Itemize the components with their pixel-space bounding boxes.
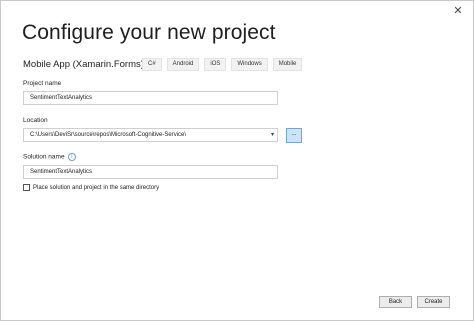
browse-button[interactable]: ...	[286, 128, 302, 143]
configure-project-dialog: ✕ Configure your new project Mobile App …	[0, 0, 474, 321]
solution-name-input[interactable]: SentimentTextAnalytics	[23, 165, 278, 179]
page-title: Configure your new project	[22, 21, 276, 44]
template-tags: C# Android iOS Windows Mobile	[142, 58, 303, 71]
chevron-down-icon[interactable]: ▾	[271, 129, 274, 141]
location-label: Location	[23, 117, 48, 124]
same-directory-label: Place solution and project in the same d…	[33, 184, 160, 191]
tag-windows: Windows	[231, 58, 268, 71]
project-name-input[interactable]: SentimentTextAnalytics	[23, 91, 278, 105]
tag-csharp: C#	[142, 58, 162, 71]
tag-mobile: Mobile	[272, 58, 303, 71]
template-name: Mobile App (Xamarin.Forms)	[23, 59, 144, 70]
same-directory-checkbox[interactable]	[23, 184, 30, 191]
back-button[interactable]: Back	[379, 296, 412, 308]
solution-name-label: Solution name	[23, 153, 65, 161]
tag-ios: iOS	[204, 58, 227, 71]
location-combobox[interactable]: C:\Users\DeviSr\source\repos\Microsoft-C…	[23, 128, 278, 142]
project-name-label: Project name	[23, 80, 62, 87]
close-icon[interactable]: ✕	[452, 5, 464, 17]
same-directory-option[interactable]: Place solution and project in the same d…	[23, 184, 159, 191]
create-button[interactable]: Create	[417, 296, 450, 308]
tag-android: Android	[166, 58, 200, 71]
solution-name-label-row: Solution name i	[23, 153, 76, 161]
location-value: C:\Users\DeviSr\source\repos\Microsoft-C…	[30, 132, 187, 138]
info-icon[interactable]: i	[67, 153, 76, 161]
